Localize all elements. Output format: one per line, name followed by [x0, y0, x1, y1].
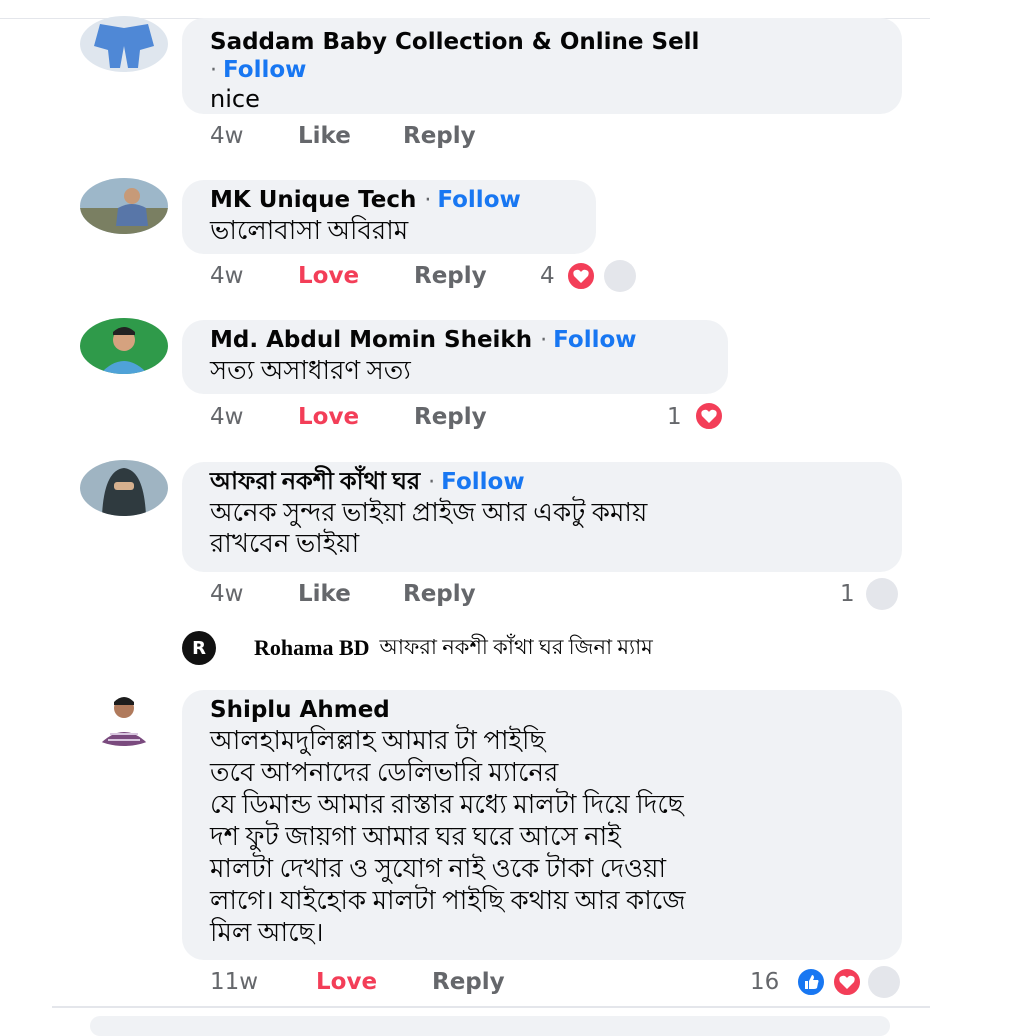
avatar-image [80, 178, 168, 234]
comment-text-line: লাগে। যাইহোক মালটা পাইছি কথায় আর কাজে [210, 886, 686, 915]
comment-time[interactable]: 4w [210, 122, 243, 150]
reaction-count[interactable]: 4 [540, 262, 555, 290]
next-comment-bubble [90, 1016, 890, 1036]
comment-bubble: আফরা নকশী কাঁথা ঘর · Follow অনেক সুন্দর ভা… [182, 462, 902, 572]
reply-button[interactable]: Reply [403, 122, 476, 150]
follow-button[interactable]: Follow [553, 327, 636, 353]
reply-avatar: R [182, 631, 216, 665]
reply-text: আফরা নকশী কাঁথা ঘর জিনা ম্যাম [379, 634, 653, 659]
avatar-image [80, 460, 168, 516]
avatar[interactable] [80, 460, 168, 516]
reaction-bubble [604, 260, 636, 292]
reaction-bubble [866, 578, 898, 610]
comment-author[interactable]: আফরা নকশী কাঁথা ঘর [210, 469, 420, 495]
comment-header: Md. Abdul Momin Sheikh · Follow [210, 326, 702, 355]
love-button[interactable]: Love [298, 262, 359, 290]
reaction-count[interactable]: 16 [750, 968, 779, 996]
comment-bubble: Saddam Baby Collection & Online Sell · Fo… [182, 18, 902, 114]
avatar[interactable] [80, 318, 168, 374]
comment-author[interactable]: Md. Abdul Momin Sheikh [210, 327, 532, 353]
reply-author[interactable]: Rohama BD [254, 635, 370, 661]
comment-header: আফরা নকশী কাঁথা ঘর · Follow [210, 468, 876, 497]
separator: · [540, 328, 548, 353]
comment-text-line: আলহামদুলিল্লাহ আমার টা পাইছি [210, 726, 546, 755]
avatar-image [80, 690, 168, 746]
comment-time[interactable]: 11w [210, 968, 258, 996]
separator: · [424, 188, 432, 213]
separator: · [210, 58, 217, 83]
comment-text-line: তবে আপনাদের ডেলিভারি ম্যানের [210, 758, 559, 787]
comment-author[interactable]: Shiplu Ahmed [210, 696, 876, 725]
comment-time[interactable]: 4w [210, 262, 243, 290]
reaction-count[interactable]: 1 [667, 403, 682, 431]
love-button[interactable]: Love [316, 968, 377, 996]
comment-time[interactable]: 4w [210, 403, 243, 431]
like-reaction-icon [796, 967, 826, 997]
comment-header: MK Unique Tech · Follow [210, 186, 570, 215]
love-reaction-icon [566, 261, 596, 291]
comment-bubble: MK Unique Tech · Follow ভালোবাসা অবিরাম [182, 180, 596, 254]
comment-bubble: Shiplu Ahmed আলহামদুলিল্লাহ আমার টা পাইছ… [182, 690, 902, 960]
reply-button[interactable]: Reply [403, 580, 476, 608]
reply-preview[interactable]: R Rohama BD আফরা নকশী কাঁথা ঘর জিনা ম্যা… [182, 630, 653, 666]
reaction-count[interactable]: 1 [840, 580, 855, 608]
comment-text-line: দশ ফুট জায়গা আমার ঘর ঘরে আসে নাই [210, 822, 621, 851]
comment-text: nice [210, 85, 260, 113]
follow-button[interactable]: Follow [437, 187, 520, 213]
separator: · [428, 470, 436, 495]
follow-button[interactable]: Follow [441, 469, 524, 495]
comment-text-line: যে ডিমান্ড আমার রাস্তার মধ্যে মালটা দিয়… [210, 790, 684, 819]
comment-author[interactable]: Saddam Baby Collection & Online Sell [210, 28, 876, 57]
comment-author[interactable]: MK Unique Tech [210, 187, 416, 213]
comment-text-line: মিল আছে। [210, 918, 324, 947]
follow-button[interactable]: Follow [223, 57, 306, 83]
avatar[interactable] [80, 178, 168, 234]
love-button[interactable]: Love [298, 403, 359, 431]
reply-button[interactable]: Reply [414, 262, 487, 290]
comment-text: ভালোবাসা অবিরাম [210, 216, 409, 245]
comment-time[interactable]: 4w [210, 580, 243, 608]
bottom-divider [52, 1006, 930, 1008]
comment-text-line: অনেক সুন্দর ভাইয়া প্রাইজ আর একটু কমায় [210, 498, 648, 527]
avatar-image [80, 16, 168, 72]
comment-bubble: Md. Abdul Momin Sheikh · Follow সত্য অসাধা… [182, 320, 728, 394]
avatar-image [80, 318, 168, 374]
reply-button[interactable]: Reply [414, 403, 487, 431]
reply-button[interactable]: Reply [432, 968, 505, 996]
love-reaction-icon [694, 401, 724, 431]
comment-text: সত্য অসাধারণ সত্য [210, 356, 411, 385]
comment-text-line: রাখবেন ভাইয়া [210, 529, 360, 558]
reaction-bubble [868, 966, 900, 998]
like-button[interactable]: Like [298, 580, 351, 608]
like-button[interactable]: Like [298, 122, 351, 150]
avatar[interactable] [80, 16, 168, 72]
avatar[interactable] [80, 690, 168, 746]
love-reaction-icon [832, 967, 862, 997]
comment-text-line: মালটা দেখার ও সুযোগ নাই ওকে টাকা দেওয়া [210, 854, 666, 883]
